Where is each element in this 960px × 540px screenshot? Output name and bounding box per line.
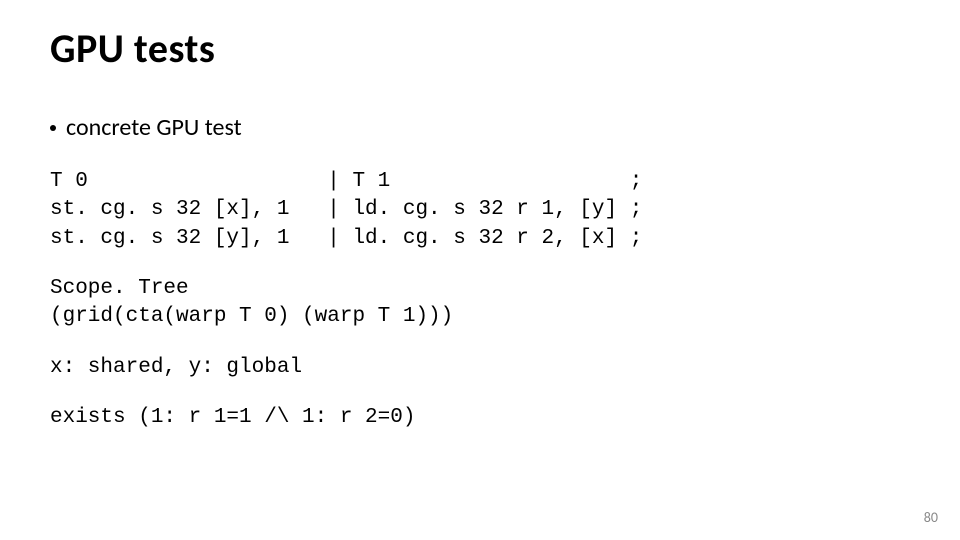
- code-block-scope-tree: Scope. Tree (grid(cta(warp T 0) (warp T …: [50, 275, 910, 332]
- page-number: 80: [924, 509, 938, 526]
- bullet-item: concrete GPU test: [50, 113, 910, 142]
- slide: GPU tests concrete GPU test T 0 | T 1 ; …: [0, 0, 960, 540]
- code-block-exists: exists (1: r 1=1 /\ 1: r 2=0): [50, 404, 910, 432]
- code-block-memory-spaces: x: shared, y: global: [50, 354, 910, 382]
- bullet-dot-icon: [50, 125, 56, 131]
- bullet-text: concrete GPU test: [66, 113, 242, 142]
- code-block-threads: T 0 | T 1 ; st. cg. s 32 [x], 1 | ld. cg…: [50, 168, 910, 253]
- slide-title: GPU tests: [50, 24, 910, 73]
